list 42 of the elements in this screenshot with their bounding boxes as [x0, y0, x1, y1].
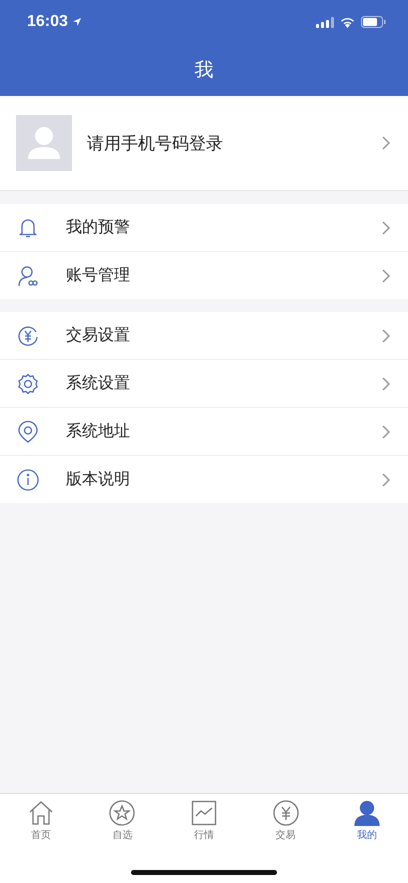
chevron-right-icon: [382, 136, 390, 150]
info-icon: [16, 468, 40, 492]
wifi-icon: [340, 16, 355, 28]
tab-bar-item[interactable]: 首页: [0, 794, 82, 844]
chevron-right-icon: [382, 328, 390, 342]
yen-icon: [16, 324, 40, 348]
battery-icon: [361, 16, 386, 28]
login-prompt: 请用手机号码登录: [87, 132, 224, 154]
chevron-right-icon: [382, 376, 390, 390]
menu-item[interactable]: 我的预警: [0, 204, 408, 252]
menu-label: 系统地址: [66, 421, 131, 442]
status-time: 16:03: [27, 13, 68, 31]
avatar-placeholder-icon: [16, 115, 72, 171]
tab-bar-item[interactable]: 交易: [244, 794, 326, 844]
chart-icon: [190, 800, 217, 826]
settings-icon: [16, 372, 40, 396]
menu-label: 交易设置: [66, 325, 131, 346]
tab-bar-item[interactable]: 我的: [326, 794, 408, 844]
chevron-right-icon: [382, 424, 390, 438]
menu-item[interactable]: 系统地址: [0, 408, 408, 456]
menu-label: 系统设置: [66, 373, 131, 394]
menu-item[interactable]: 账号管理: [0, 252, 408, 299]
chevron-right-icon: [382, 268, 390, 282]
tab-bar-item[interactable]: 自选: [82, 794, 164, 844]
user-link-icon: [16, 264, 40, 288]
menu-item[interactable]: 系统设置: [0, 360, 408, 408]
login-row[interactable]: 请用手机号码登录: [0, 96, 408, 191]
location-arrow-icon: [72, 17, 82, 27]
chevron-right-icon: [382, 220, 390, 234]
home-icon: [28, 800, 54, 826]
menu-label: 我的预警: [66, 217, 131, 238]
chevron-right-icon: [382, 472, 390, 486]
tab-bar-item[interactable]: 行情: [163, 794, 245, 844]
menu-item[interactable]: 版本说明: [0, 456, 408, 503]
person-icon: [354, 800, 380, 826]
location-pin-icon: [16, 420, 40, 444]
menu-label: 账号管理: [66, 265, 131, 286]
menu-item[interactable]: 交易设置: [0, 312, 408, 360]
yen-icon: [272, 800, 299, 826]
signal-icon: [316, 16, 334, 28]
menu-label: 版本说明: [66, 469, 131, 490]
page-title: 我: [194, 58, 214, 83]
